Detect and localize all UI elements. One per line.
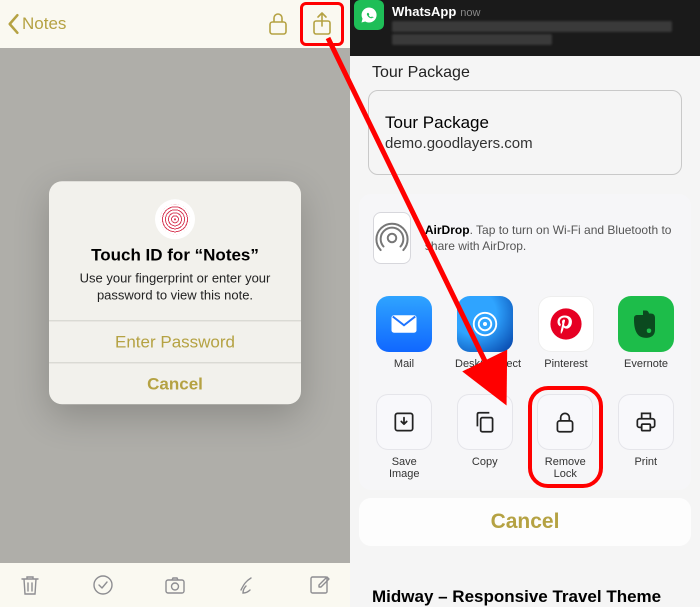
share-button[interactable] [300, 2, 344, 46]
notification-banner[interactable]: WhatsApp now [350, 0, 700, 56]
action-row: Save Image Copy Remove Lock Print [359, 380, 691, 490]
sketch-icon [236, 573, 260, 597]
share-app-deskconnect[interactable]: DeskConnect [455, 296, 515, 370]
share-app-pinterest[interactable]: Pinterest [537, 296, 595, 370]
share-sheet: AirDrop. Tap to turn on Wi-Fi and Blueto… [359, 194, 691, 599]
left-screenshot: Notes Touch ID for “Notes” Use your fing… [0, 0, 350, 607]
remove-lock-icon [537, 394, 593, 450]
sketch-button[interactable] [230, 563, 266, 607]
checklist-button[interactable] [85, 563, 121, 607]
chevron-left-icon [6, 13, 20, 35]
alert-cancel-button[interactable]: Cancel [49, 362, 301, 404]
action-copy[interactable]: Copy [456, 394, 515, 480]
alert-message: Use your fingerprint or enter your passw… [67, 269, 283, 304]
compose-button[interactable] [302, 563, 338, 607]
right-screenshot: WhatsApp now Tour Package Tour Package de… [350, 0, 700, 607]
print-icon [618, 394, 674, 450]
alert-title: Touch ID for “Notes” [67, 245, 283, 265]
lock-icon [267, 11, 289, 37]
share-sheet-panel: AirDrop. Tap to turn on Wi-Fi and Blueto… [359, 194, 691, 490]
trash-icon [18, 573, 42, 597]
compose-icon [308, 573, 332, 597]
page-heading: Tour Package [372, 64, 682, 82]
touchid-alert: Touch ID for “Notes” Use your fingerprin… [49, 181, 301, 404]
app-row: Mail DeskConnect Pinterest Evernote [359, 282, 691, 380]
notif-app: WhatsApp [392, 4, 456, 19]
bottom-toolbar [0, 563, 350, 607]
action-remove-lock[interactable]: Remove Lock [536, 394, 595, 480]
deskconnect-icon [457, 296, 513, 352]
touchid-icon [155, 199, 195, 239]
airdrop-row[interactable]: AirDrop. Tap to turn on Wi-Fi and Blueto… [359, 194, 691, 282]
checklist-icon [91, 573, 115, 597]
link-preview-card[interactable]: Tour Package demo.goodlayers.com [368, 90, 682, 175]
camera-icon [163, 573, 187, 597]
nav-bar: Notes [0, 0, 350, 48]
action-save-image[interactable]: Save Image [375, 394, 434, 480]
lock-button[interactable] [256, 2, 300, 46]
back-label: Notes [22, 14, 66, 34]
card-subtitle: demo.goodlayers.com [385, 135, 665, 152]
share-icon [311, 11, 333, 37]
camera-button[interactable] [157, 563, 193, 607]
whatsapp-icon [354, 0, 384, 30]
share-app-evernote[interactable]: Evernote [617, 296, 675, 370]
pinterest-icon [538, 296, 594, 352]
mail-icon [376, 296, 432, 352]
enter-password-button[interactable]: Enter Password [49, 320, 301, 362]
share-app-mail[interactable]: Mail [375, 296, 433, 370]
card-title: Tour Package [385, 113, 665, 133]
notif-time: now [460, 7, 480, 19]
sheet-cancel-button[interactable]: Cancel [359, 498, 691, 546]
save-image-icon [376, 394, 432, 450]
evernote-icon [618, 296, 674, 352]
action-print[interactable]: Print [617, 394, 676, 480]
notif-blurred-line [392, 21, 672, 32]
trash-button[interactable] [12, 563, 48, 607]
notif-blurred-line [392, 34, 552, 45]
copy-icon [457, 394, 513, 450]
airdrop-icon [373, 212, 411, 264]
back-button[interactable]: Notes [6, 13, 66, 35]
airdrop-text: AirDrop. Tap to turn on Wi-Fi and Blueto… [425, 222, 677, 254]
